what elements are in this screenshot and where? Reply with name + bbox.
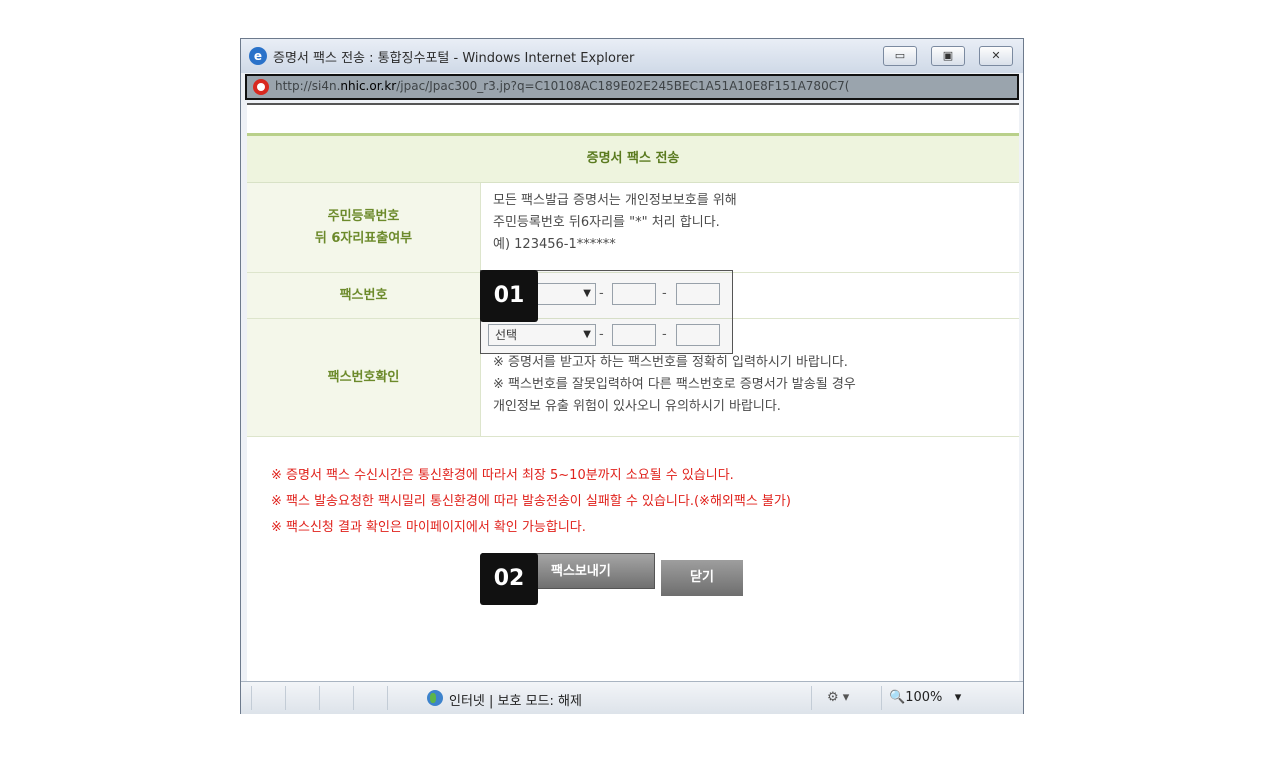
step-badge-02: 02	[480, 553, 538, 605]
address-bar[interactable]: http://si4n.nhic.or.kr/jpac/Jpac300_r3.j…	[245, 74, 1019, 100]
row-label: 팩스번호	[247, 273, 481, 318]
row-ssn-display: 주민등록번호 뒤 6자리표출여부 모든 팩스발급 증명서는 개인정보보호를 위해 …	[247, 183, 1019, 273]
notice-list: ※ 증명서 팩스 수신시간은 통신환경에 따라서 최장 5~10분까지 소요될 …	[271, 463, 791, 541]
ie-window: e 증명서 팩스 전송 : 통합징수포털 - Windows Internet …	[240, 38, 1024, 714]
notice-item: ※ 팩스 발송요청한 팩시밀리 통신환경에 따라 발송전송이 실패할 수 있습니…	[271, 494, 791, 509]
security-zone-text: 인터넷 | 보호 모드: 해제	[449, 694, 582, 709]
fax-warning-text: ※ 증명서를 받고자 하는 팩스번호를 정확히 입력하시기 바랍니다. ※ 팩스…	[493, 355, 856, 414]
protected-mode-icon[interactable]: ⚙ ▾	[827, 690, 849, 705]
page-content: 증명서 팩스 전송 주민등록번호 뒤 6자리표출여부 모든 팩스발급 증명서는 개…	[247, 103, 1019, 683]
site-icon	[253, 79, 269, 95]
row-label: 팩스번호확인	[247, 319, 481, 436]
page-title: 증명서 팩스 전송	[247, 136, 1019, 183]
close-window-button[interactable]: ✕	[979, 46, 1013, 66]
maximize-button[interactable]: ▣	[931, 46, 965, 66]
minimize-button[interactable]: ▭	[883, 46, 917, 66]
notice-item: ※ 팩스신청 결과 확인은 마이페이지에서 확인 가능합니다.	[271, 520, 586, 535]
close-button[interactable]: 닫기	[661, 560, 743, 596]
ssn-info-text: 모든 팩스발급 증명서는 개인정보보호를 위해 주민등록번호 뒤6자리를 "*"…	[493, 193, 737, 252]
step-badge-01: 01	[480, 270, 538, 322]
notice-item: ※ 증명서 팩스 수신시간은 통신환경에 따라서 최장 5~10분까지 소요될 …	[271, 468, 734, 483]
ie-logo-icon: e	[249, 47, 267, 65]
zoom-level[interactable]: 🔍100% ▾	[889, 690, 961, 705]
row-label: 주민등록번호 뒤 6자리표출여부	[247, 183, 481, 272]
address-url[interactable]: http://si4n.nhic.or.kr/jpac/Jpac300_r3.j…	[275, 79, 1015, 93]
internet-zone-icon	[427, 690, 443, 706]
status-bar: 인터넷 | 보호 모드: 해제 ⚙ ▾ 🔍100% ▾	[241, 681, 1023, 714]
title-bar: e 증명서 팩스 전송 : 통합징수포털 - Windows Internet …	[241, 39, 1023, 73]
window-title: 증명서 팩스 전송 : 통합징수포털 - Windows Internet Ex…	[273, 51, 635, 66]
